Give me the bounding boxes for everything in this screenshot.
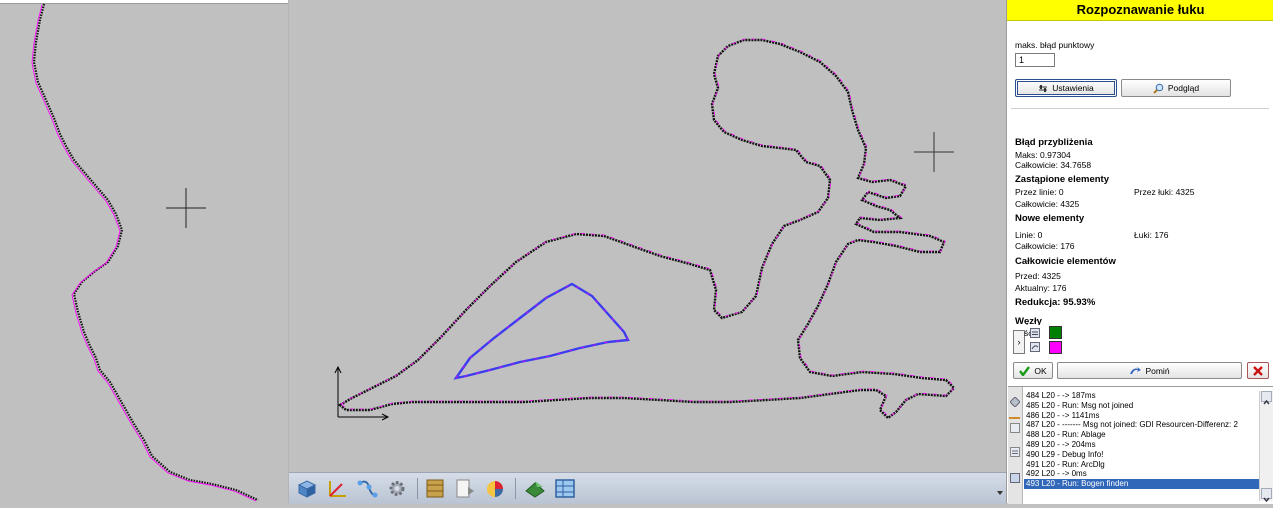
ok-button[interactable]: OK [1013,362,1053,379]
page-arrow-icon[interactable] [453,477,477,500]
film-icon[interactable] [423,477,447,500]
crosshair-icon [166,188,206,228]
chart-icon[interactable] [483,477,507,500]
contour-drawing[interactable] [289,0,1006,472]
scroll-up-button[interactable] [1261,391,1272,405]
gear-icon[interactable] [385,477,409,500]
silhouette-outline [337,38,956,420]
main-canvas[interactable] [289,0,1006,503]
node-edit-icon[interactable] [1030,342,1040,352]
ok-button-label: OK [1034,365,1047,376]
nodes-icon[interactable] [355,477,379,500]
selected-contour-arcs [455,283,629,379]
scroll-down-button[interactable] [1261,488,1272,503]
nodes-heading: Węzły [1015,316,1042,325]
new-elements-lines: Linie: 0 [1015,230,1043,240]
log-filter-icon[interactable] [1010,423,1020,433]
crosshair-icon [914,132,954,172]
max-error-label: maks. błąd punktowy [1015,40,1095,50]
log-save-icon[interactable] [1010,473,1020,483]
preview-button[interactable]: Podgląd [1121,79,1231,97]
panel-divider [1011,108,1269,109]
3d-view-icon[interactable] [295,477,319,500]
log-entry[interactable]: 491 L20 - Run: ArcDlg [1024,460,1260,470]
bottom-toolbar [289,472,1006,504]
new-elements-heading: Nowe elementy [1015,213,1085,224]
settings-icon [1039,84,1048,92]
skip-button[interactable]: Pomiń [1057,362,1242,379]
detail-arc-path [31,4,257,502]
log-entry[interactable]: 493 L20 - Run: Bogen finden [1024,479,1260,489]
log-entry[interactable]: 488 L20 - Run: Ablage [1024,430,1260,440]
chevron-up-icon [1263,399,1270,405]
total-elements-current: Aktualny: 176 [1015,283,1067,293]
detail-view[interactable] [0,0,289,503]
axes-icon[interactable] [325,477,349,500]
grid-icon[interactable] [553,477,577,500]
log-entry[interactable]: 486 L20 - -> 1141ms [1024,411,1260,421]
replaced-by-arcs: Przez łuki: 4325 [1134,187,1195,197]
approx-error-total: Całkowicie: 34.7658 [1015,160,1092,170]
silhouette-arcs [340,38,956,418]
panel-title: Rozpoznawanie łuku [1007,0,1273,21]
magnifier-icon [1153,83,1164,94]
log-marker [1009,417,1020,419]
log-scrollbar[interactable] [1259,391,1273,503]
toolbar-separator [417,478,418,499]
log-list-icon[interactable] [1010,447,1020,457]
preview-button-label: Podgląd [1167,83,1200,93]
log-entry[interactable]: 489 L20 - -> 204ms [1024,440,1260,450]
replaced-by-lines: Przez linie: 0 [1015,187,1064,197]
tool-arrow-icon[interactable] [523,477,547,500]
detail-contour-drawing[interactable] [0,0,288,503]
skip-button-label: Pomiń [1145,365,1170,376]
detail-contour-path [32,3,259,502]
skip-arrow-icon [1130,367,1142,374]
approx-error-max: Maks: 0.97304 [1015,150,1071,160]
toolbar-separator [515,478,516,499]
settings-button-label: Ustawienia [1052,83,1094,93]
total-elements-heading: Całkowicie elementów [1015,256,1116,267]
close-icon [1253,365,1263,376]
settings-button[interactable]: Ustawienia [1015,79,1117,97]
reduction-value: Redukcja: 95.93% [1015,297,1096,308]
max-error-input[interactable] [1015,53,1055,67]
log-entry[interactable]: 485 L20 - Run: Msg not joined [1024,401,1260,411]
pin-icon[interactable] [1010,397,1020,407]
selected-contour [453,282,630,380]
log-entry[interactable]: 490 L29 - Debug Info! [1024,450,1260,460]
cancel-button[interactable] [1247,362,1269,379]
new-elements-total: Całkowicie: 176 [1015,241,1075,251]
replaced-heading: Zastąpione elementy [1015,174,1109,185]
checkmark-icon [1019,365,1031,376]
message-log: 484 L20 - -> 187ms 485 L20 - Run: Msg not… [1008,386,1273,504]
log-list[interactable]: 484 L20 - -> 187ms 485 L20 - Run: Msg not… [1024,391,1260,489]
log-entry[interactable]: 492 L20 - -> 0ms [1024,469,1260,479]
new-elements-arcs: Łuki: 176 [1134,230,1169,240]
log-entry[interactable]: 487 L20 - ------- Msg not joined: GDI Re… [1024,420,1260,430]
total-elements-before: Przed: 4325 [1015,271,1061,281]
replaced-total: Całkowicie: 4325 [1015,199,1080,209]
node-color-magenta-swatch[interactable] [1049,341,1062,354]
approx-error-heading: Błąd przybliżenia [1015,137,1093,148]
node-color-green-swatch[interactable] [1049,326,1062,339]
node-list-icon[interactable] [1030,328,1040,338]
log-side-toolbar [1008,387,1023,504]
log-entry[interactable]: 484 L20 - -> 187ms [1024,391,1260,401]
dropdown-arrow-icon[interactable] [996,489,1004,497]
